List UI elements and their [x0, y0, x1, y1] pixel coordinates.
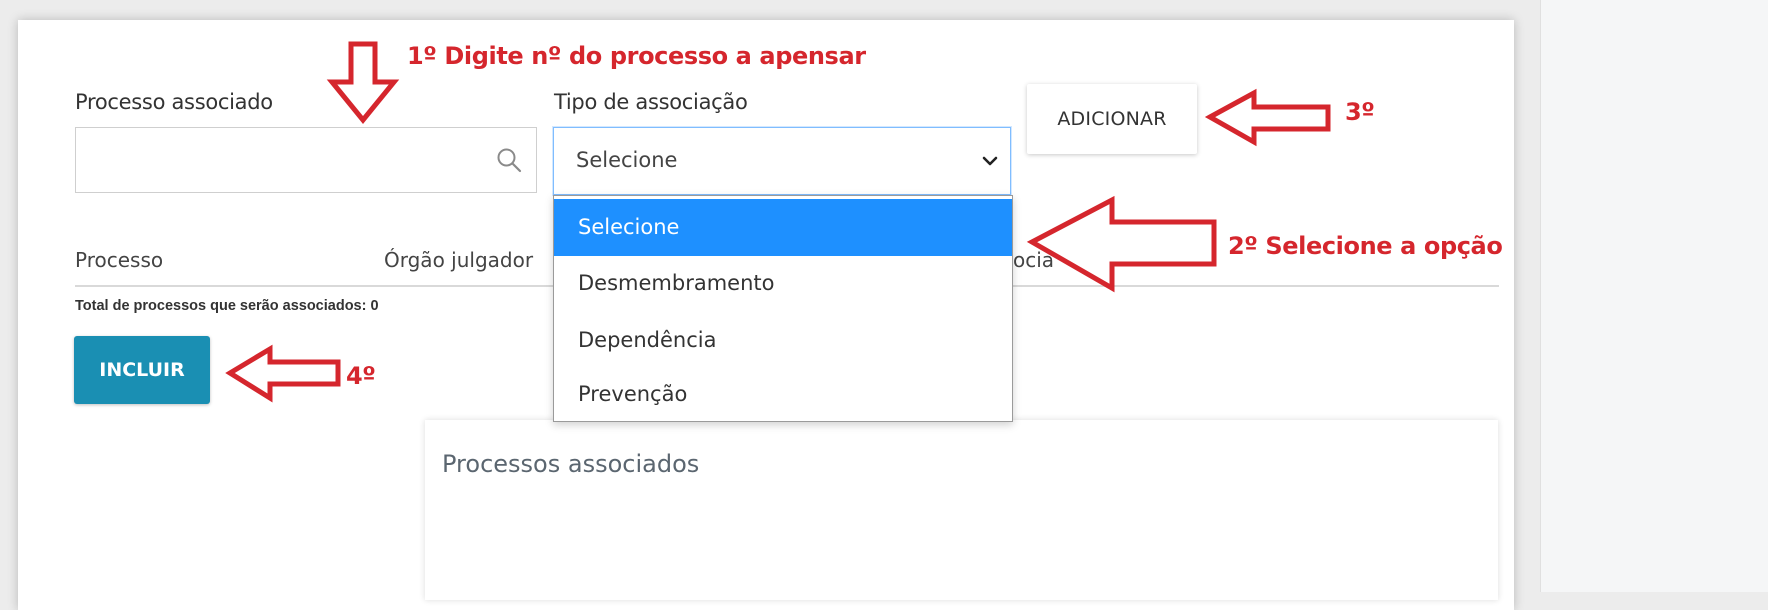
col-processo[interactable]: Processo — [75, 248, 163, 272]
annotation-step2: 2º Selecione a opção — [1228, 232, 1503, 260]
annotation-arrow-step2 — [1026, 195, 1217, 293]
annotation-step4: 4º — [346, 362, 376, 390]
col-orgao-julgador[interactable]: Órgão julgador — [384, 248, 533, 272]
tipo-associacao-dropdown: Selecione Desmembramento Dependência Pre… — [553, 195, 1013, 422]
processos-associados-panel: Processos associados — [425, 420, 1498, 600]
processo-search-input[interactable] — [75, 127, 537, 193]
adicionar-button[interactable]: ADICIONAR — [1027, 84, 1197, 154]
annotation-arrow-step4 — [225, 344, 341, 403]
chevron-down-icon — [982, 152, 998, 171]
total-processos-text: Total de processos que serão associados:… — [75, 298, 379, 314]
right-panel — [1540, 0, 1768, 592]
select-current-value: Selecione — [576, 148, 678, 172]
option-dependencia[interactable]: Dependência — [554, 312, 1012, 369]
processo-associado-label: Processo associado — [75, 90, 273, 114]
incluir-button[interactable]: INCLUIR — [74, 336, 210, 404]
option-desmembramento[interactable]: Desmembramento — [554, 255, 1012, 312]
annotation-step1: 1º Digite nº do processo a apensar — [407, 42, 866, 70]
annotation-step3: 3º — [1345, 98, 1375, 126]
tipo-associacao-select[interactable]: Selecione — [553, 127, 1011, 195]
annotation-arrow-step3 — [1204, 88, 1331, 147]
annotation-arrow-down — [326, 41, 400, 124]
search-icon[interactable] — [496, 147, 522, 177]
option-selecione[interactable]: Selecione — [554, 199, 1012, 256]
panel-title: Processos associados — [442, 450, 700, 478]
option-prevencao[interactable]: Prevenção — [554, 366, 1012, 423]
tipo-associacao-label: Tipo de associação — [554, 90, 748, 114]
